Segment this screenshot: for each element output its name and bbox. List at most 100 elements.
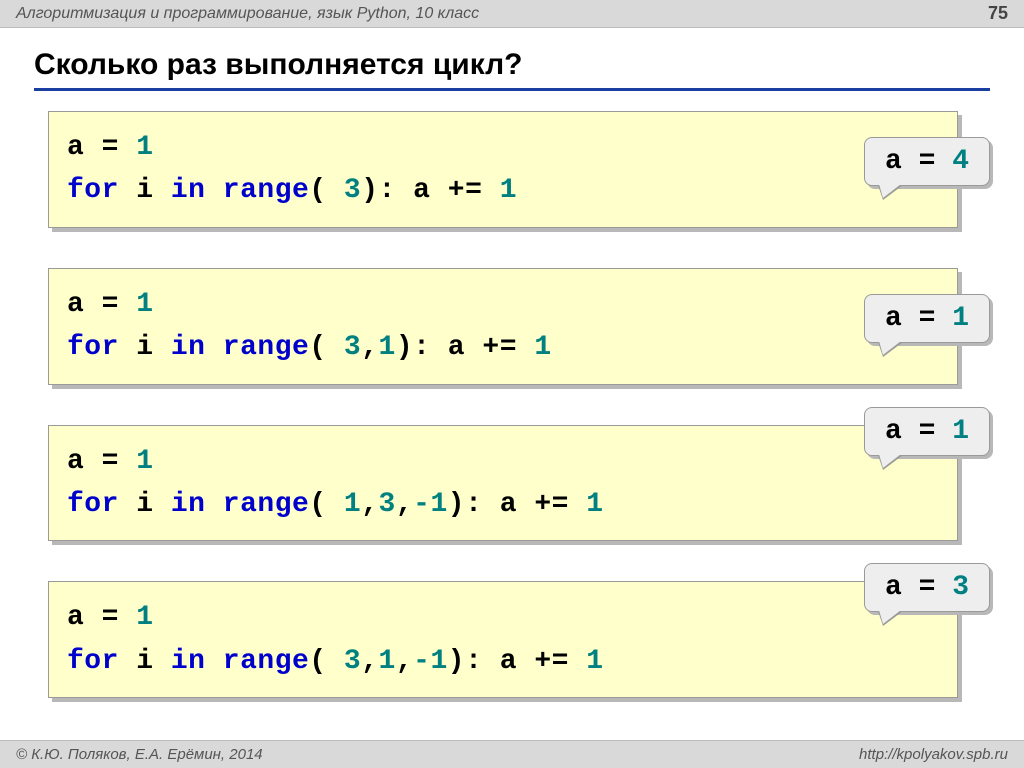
inc-val: 1 [586,646,603,677]
inc-val: 1 [500,175,517,206]
paren-open: ( [309,646,326,677]
num-1: 1 [136,289,153,320]
code-box: a = 1for i in range( 1,3,-1): a += 1 [48,425,958,542]
op-eq: = [102,446,119,477]
range-arg: 1 [327,489,362,520]
code-line: a = 1 [67,596,939,639]
range-arg: , [396,489,413,520]
num-1: 1 [136,446,153,477]
kw-in: in [171,489,206,520]
answer-var: a [885,146,902,177]
op-pluseq: += [448,175,483,206]
answer-val: 3 [952,572,969,603]
footer-url: http://kpolyakov.spb.ru [859,746,1008,763]
footer-bar: © К.Ю. Поляков, Е.А. Ерёмин, 2014 http:/… [0,740,1024,768]
code-line: a = 1 [67,440,939,483]
paren-close: ): [361,175,396,206]
example-block: a = 1for i in range( 3,1): a += 1a = 1 [48,268,984,385]
num-1: 1 [136,602,153,633]
op-eq: = [102,602,119,633]
paren-open: ( [309,175,326,206]
range-arg: 3 [327,646,362,677]
op-pluseq: += [482,332,517,363]
range-arg: -1 [413,489,448,520]
op-eq: = [102,132,119,163]
var-a: a [67,132,84,163]
num-1: 1 [136,132,153,163]
kw-range: range [223,332,310,363]
loop-var: i [136,175,153,206]
kw-range: range [223,175,310,206]
inc-val: 1 [534,332,551,363]
kw-for: for [67,332,119,363]
op-eq: = [102,289,119,320]
answer-var: a [885,303,902,334]
answer-val: 1 [952,303,969,334]
code-line: for i in range( 3,1,-1): a += 1 [67,640,939,683]
answer-eq: = [919,303,936,334]
code-line: a = 1 [67,126,939,169]
op-pluseq: += [534,646,569,677]
content-area: a = 1for i in range( 3): a += 1a = 4a = … [0,103,1024,698]
inc-val: 1 [586,489,603,520]
inc-var: a [500,646,517,677]
range-arg: 1 [379,646,396,677]
answer-val: 1 [952,416,969,447]
paren-close: ): [448,646,483,677]
answer-eq: = [919,146,936,177]
kw-range: range [223,489,310,520]
kw-for: for [67,646,119,677]
answer-val: 4 [952,146,969,177]
paren-open: ( [309,332,326,363]
example-block: a = 1for i in range( 3,1,-1): a += 1a = … [48,581,984,698]
inc-var: a [500,489,517,520]
kw-for: for [67,175,119,206]
paren-close: ): [448,489,483,520]
inc-var: a [413,175,430,206]
answer-var: a [885,572,902,603]
code-box: a = 1for i in range( 3,1,-1): a += 1 [48,581,958,698]
range-arg: -1 [413,646,448,677]
kw-for: for [67,489,119,520]
example-block: a = 1for i in range( 1,3,-1): a += 1a = … [48,425,984,542]
paren-close: ): [396,332,431,363]
range-arg: 1 [379,332,396,363]
header-bar: Алгоритмизация и программирование, язык … [0,0,1024,28]
copyright-text: © К.Ю. Поляков, Е.А. Ерёмин, 2014 [16,746,263,763]
answer-bubble: a = 4 [864,137,990,186]
subject-text: Алгоритмизация и программирование, язык … [16,5,479,23]
code-box: a = 1for i in range( 3,1): a += 1 [48,268,958,385]
answer-bubble: a = 1 [864,294,990,343]
slide: Алгоритмизация и программирование, язык … [0,0,1024,768]
op-pluseq: += [534,489,569,520]
answer-var: a [885,416,902,447]
range-arg: , [361,646,378,677]
code-line: for i in range( 1,3,-1): a += 1 [67,483,939,526]
range-arg: , [361,332,378,363]
answer-eq: = [919,572,936,603]
code-line: a = 1 [67,283,939,326]
code-box: a = 1for i in range( 3): a += 1 [48,111,958,228]
kw-range: range [223,646,310,677]
loop-var: i [136,489,153,520]
var-a: a [67,289,84,320]
inc-var: a [448,332,465,363]
range-arg: 3 [327,332,362,363]
range-arg: 3 [327,175,362,206]
var-a: a [67,446,84,477]
var-a: a [67,602,84,633]
code-line: for i in range( 3,1): a += 1 [67,326,939,369]
kw-in: in [171,646,206,677]
code-line: for i in range( 3): a += 1 [67,169,939,212]
slide-title: Сколько раз выполняется цикл? [34,48,990,91]
kw-in: in [171,175,206,206]
answer-eq: = [919,416,936,447]
title-wrap: Сколько раз выполняется цикл? [0,28,1024,103]
answer-bubble: a = 3 [864,563,990,612]
kw-in: in [171,332,206,363]
paren-open: ( [309,489,326,520]
page-number: 75 [988,3,1008,24]
example-block: a = 1for i in range( 3): a += 1a = 4 [48,111,984,228]
loop-var: i [136,332,153,363]
range-arg: , [361,489,378,520]
